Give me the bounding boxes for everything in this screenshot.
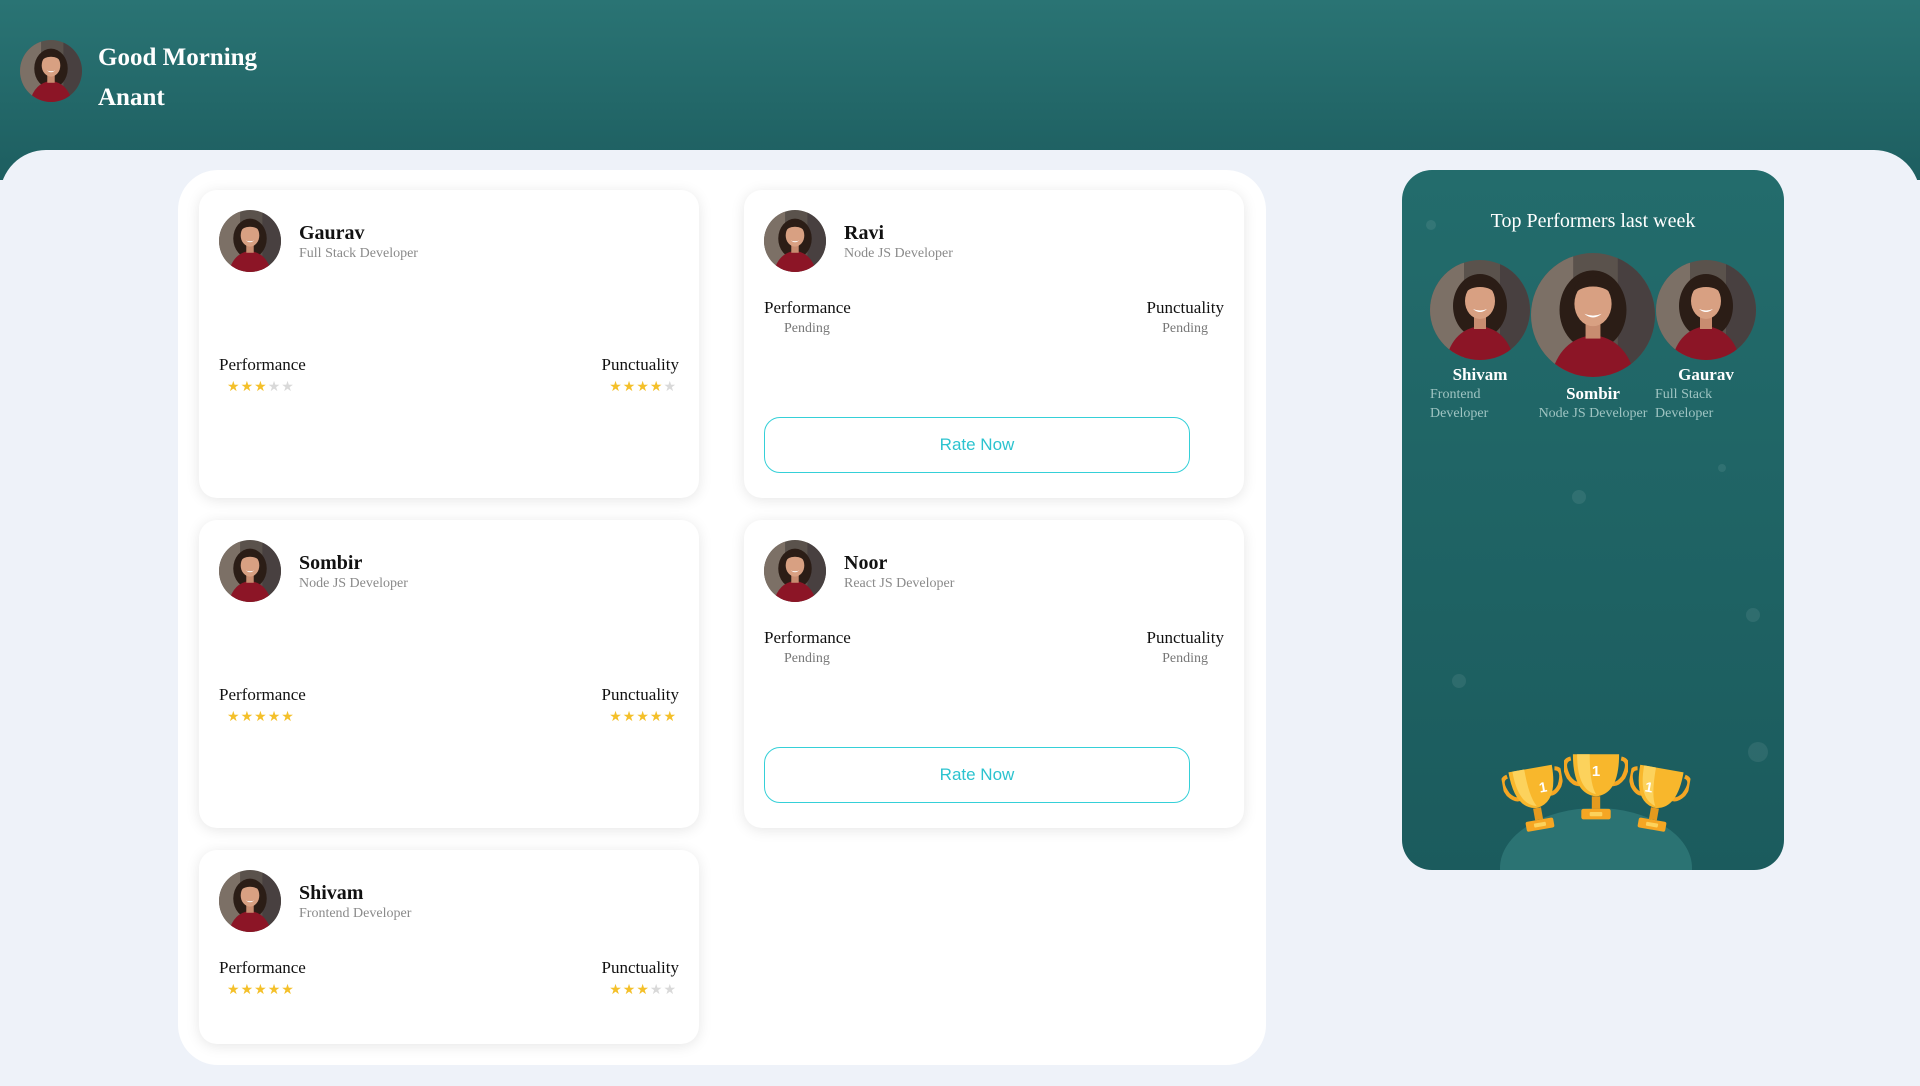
star-filled-icon: ★ [254, 379, 268, 395]
avatar [219, 870, 281, 932]
avatar [219, 210, 281, 272]
star-filled-icon: ★ [649, 379, 664, 395]
top-performers-title: Top Performers last week [1490, 210, 1696, 232]
avatar [764, 540, 826, 602]
star-filled-icon: ★ [227, 379, 241, 395]
performance-stars: ★★★★★ [227, 709, 295, 725]
rate-now-button[interactable]: Rate Now [764, 747, 1190, 803]
star-filled-icon: ★ [281, 982, 295, 998]
punctuality-label: Punctuality [1146, 298, 1224, 317]
star-empty-icon: ★ [649, 982, 664, 998]
decor-bubble [1746, 608, 1760, 622]
greeting-block: Good Morning Anant [98, 38, 257, 118]
star-filled-icon: ★ [609, 379, 623, 395]
performer-role-sombir: Node JS Developer [1538, 406, 1648, 421]
trophy-icon: 1 1 1 [1499, 740, 1693, 870]
trophy-number-center: 1 [1592, 763, 1600, 780]
employee-name: Noor [844, 552, 888, 574]
employee-role: React JS Developer [844, 576, 955, 591]
punctuality-stars: ★★★★★ [609, 709, 677, 725]
performer-name-gaurav: Gaurav [1678, 365, 1734, 384]
star-filled-icon: ★ [267, 982, 282, 998]
decor-bubble [1748, 742, 1768, 762]
punctuality-status: Pending [1162, 651, 1208, 666]
employee-name: Shivam [299, 882, 364, 904]
punctuality-stars: ★★★★★ [609, 982, 677, 998]
decor-bubble [1572, 490, 1586, 504]
star-empty-icon: ★ [663, 379, 677, 395]
employee-role: Frontend Developer [299, 906, 412, 921]
employee-role: Node JS Developer [299, 576, 408, 591]
employee-name: Ravi [844, 222, 884, 244]
trophy-illustration: 1 1 1 [1498, 740, 1694, 870]
star-filled-icon: ★ [609, 709, 623, 725]
performance-label: Performance [219, 685, 306, 704]
punctuality-stars: ★★★★★ [609, 379, 677, 395]
performance-label: Performance [764, 628, 851, 647]
star-filled-icon: ★ [636, 379, 650, 395]
star-filled-icon: ★ [609, 982, 623, 998]
employee-card-ravi: Ravi Node JS Developer Performance Pendi… [744, 190, 1244, 498]
star-filled-icon: ★ [622, 709, 637, 725]
avatar [764, 210, 826, 272]
star-filled-icon: ★ [227, 982, 241, 998]
greeting-text: Good Morning [98, 44, 258, 71]
star-filled-icon: ★ [281, 709, 295, 725]
punctuality-label: Punctuality [601, 958, 679, 977]
star-filled-icon: ★ [254, 982, 268, 998]
performer-avatar-gaurav [1656, 260, 1756, 360]
punctuality-label: Punctuality [601, 685, 679, 704]
performance-label: Performance [219, 958, 306, 977]
star-empty-icon: ★ [267, 379, 282, 395]
performance-stars: ★★★★★ [227, 379, 295, 395]
employee-name: Gaurav [299, 222, 365, 244]
punctuality-label: Punctuality [1146, 628, 1224, 647]
employee-card-shivam: Shivam Frontend Developer Performance ★★… [199, 850, 699, 1044]
star-filled-icon: ★ [267, 709, 282, 725]
performer-avatar-shivam [1430, 260, 1530, 360]
star-filled-icon: ★ [240, 709, 255, 725]
performer-avatar-sombir [1531, 253, 1655, 377]
performer-name-sombir: Sombir [1566, 384, 1620, 403]
employee-role: Full Stack Developer [299, 246, 418, 261]
decor-bubble [1452, 674, 1466, 688]
punctuality-label: Punctuality [601, 355, 679, 374]
performance-stars: ★★★★★ [227, 982, 295, 998]
avatar [219, 540, 281, 602]
star-empty-icon: ★ [281, 379, 295, 395]
user-avatar[interactable] [20, 40, 82, 102]
star-filled-icon: ★ [622, 982, 637, 998]
employee-role: Node JS Developer [844, 246, 953, 261]
user-name: Anant [98, 84, 165, 111]
employee-panel: Gaurav Full Stack Developer Performance … [178, 170, 1266, 1065]
star-filled-icon: ★ [240, 982, 255, 998]
employee-name: Sombir [299, 552, 363, 574]
performance-label: Performance [219, 355, 306, 374]
performance-label: Performance [764, 298, 851, 317]
employee-card-noor: Noor React JS Developer Performance Pend… [744, 520, 1244, 828]
star-filled-icon: ★ [663, 709, 677, 725]
star-filled-icon: ★ [636, 709, 650, 725]
performer-role-shivam: Frontend Developer [1430, 387, 1489, 421]
star-empty-icon: ★ [663, 982, 677, 998]
decor-bubble [1718, 464, 1726, 472]
star-filled-icon: ★ [240, 379, 255, 395]
star-filled-icon: ★ [636, 982, 650, 998]
punctuality-status: Pending [1162, 321, 1208, 336]
rate-now-button[interactable]: Rate Now [764, 417, 1190, 473]
performer-name-shivam: Shivam [1452, 365, 1508, 384]
employee-card-gaurav: Gaurav Full Stack Developer Performance … [199, 190, 699, 498]
performance-status: Pending [784, 651, 830, 666]
performance-status: Pending [784, 321, 830, 336]
top-performers-card: Top Performers last week Shivam Frontend… [1402, 170, 1784, 870]
star-filled-icon: ★ [254, 709, 268, 725]
star-filled-icon: ★ [649, 709, 664, 725]
performer-role-gaurav: Full Stack Developer [1655, 387, 1714, 421]
star-filled-icon: ★ [622, 379, 637, 395]
employee-card-sombir: Sombir Node JS Developer Performance ★★★… [199, 520, 699, 828]
star-filled-icon: ★ [227, 709, 241, 725]
